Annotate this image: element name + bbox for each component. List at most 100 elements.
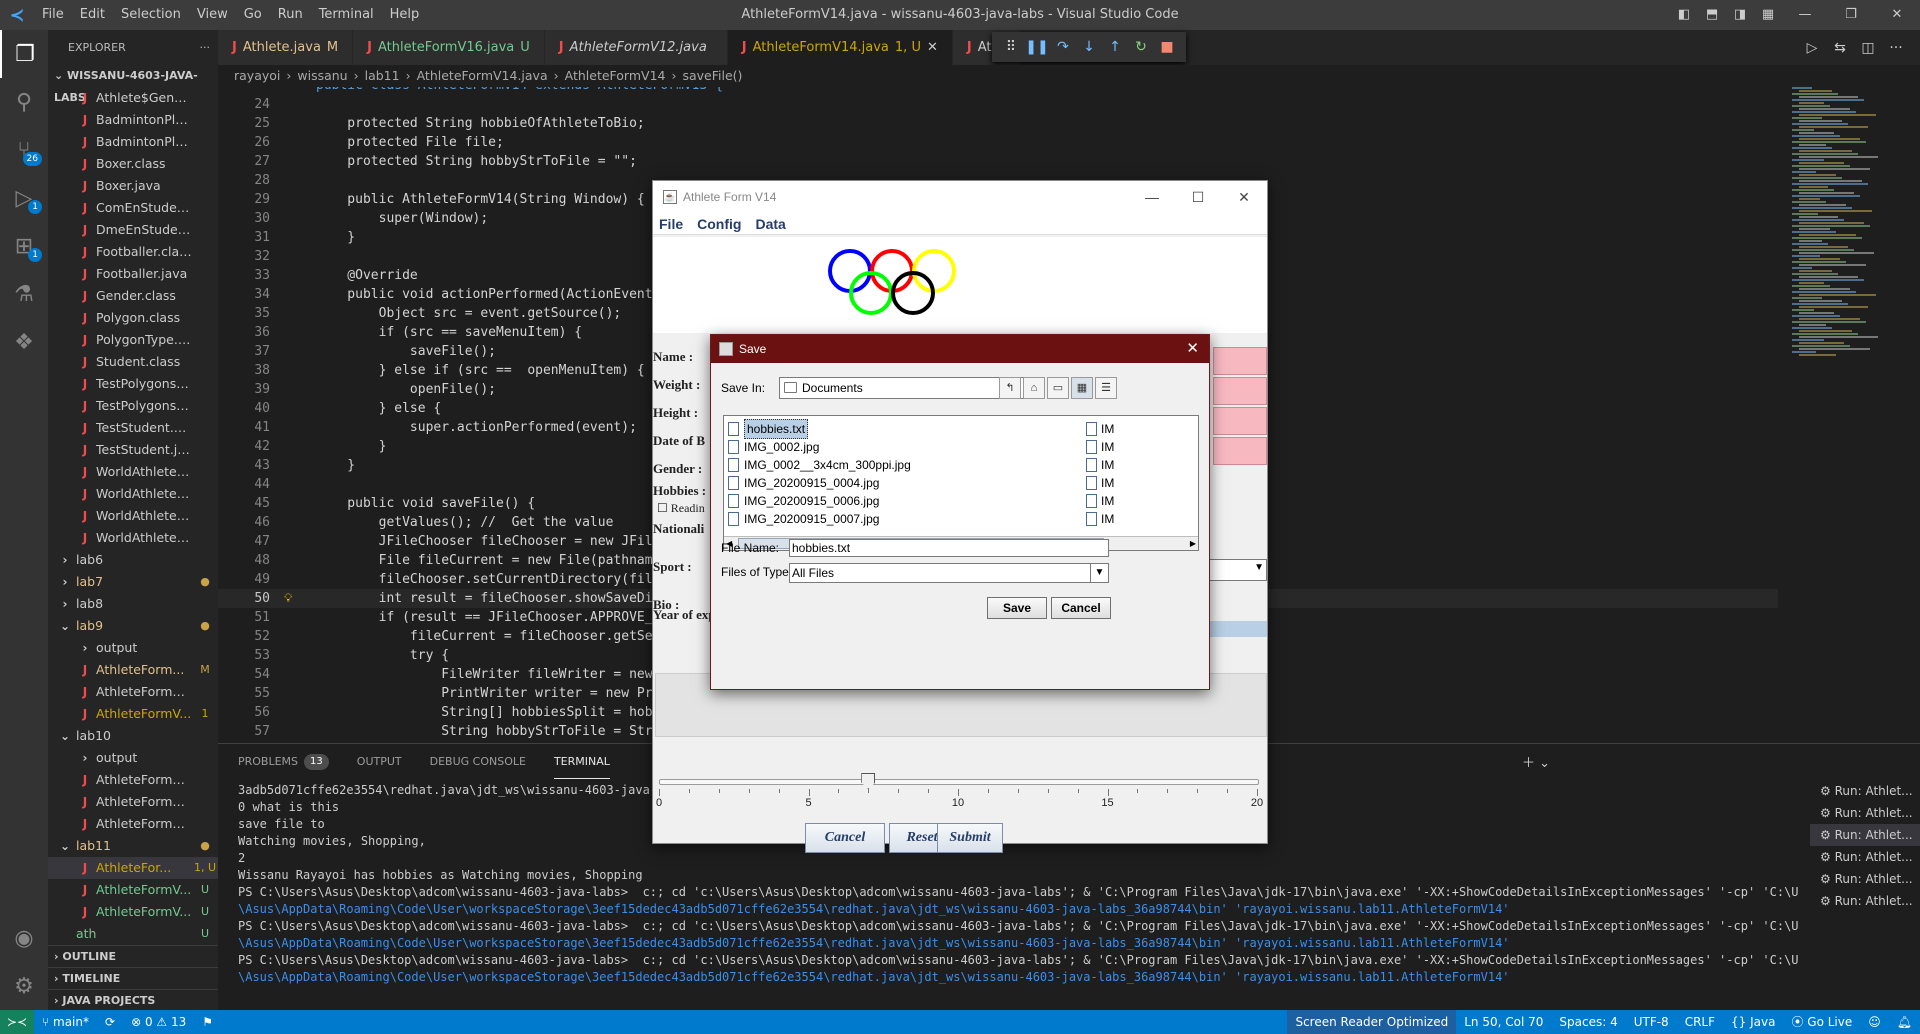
- panel-tab-terminal[interactable]: TERMINAL: [553, 744, 610, 779]
- file-item[interactable]: IM: [1086, 510, 1114, 528]
- menu-item-selection[interactable]: Selection: [113, 0, 189, 30]
- save-button[interactable]: Save: [987, 597, 1047, 619]
- notifications-icon[interactable]: 🔔︎: [1889, 1010, 1920, 1034]
- tree-item[interactable]: J WorldAthleteV2.cla...: [48, 505, 218, 527]
- lightbulb-icon[interactable]: 💡︎: [284, 589, 292, 608]
- restart-icon[interactable]: ↻: [1128, 39, 1154, 55]
- menu-item-edit[interactable]: Edit: [72, 0, 113, 30]
- file-item[interactable]: IMG_0002__3x4cm_300ppi.jpg: [728, 456, 911, 474]
- sport-selected-item[interactable]: [1209, 621, 1267, 637]
- tree-item[interactable]: J AthleteFormV12.java: [48, 791, 218, 813]
- split-editor-icon[interactable]: ◫: [1854, 40, 1882, 56]
- tree-item[interactable]: J Student.class: [48, 351, 218, 373]
- tree-item[interactable]: J AthleteForm... M: [48, 659, 218, 681]
- nationality-combo[interactable]: ▼: [1209, 559, 1267, 581]
- tree-item[interactable]: J ComEnStudent.class: [48, 197, 218, 219]
- settings-gear-icon[interactable]: ⚙: [0, 962, 48, 1010]
- up-one-level-icon[interactable]: ↰: [999, 377, 1021, 399]
- file-type-combo[interactable]: All Files ▼: [789, 563, 1109, 583]
- terminal-instance[interactable]: ⚙ Run: Athlet...: [1810, 802, 1920, 824]
- drag-handle-icon[interactable]: ⠿: [998, 39, 1024, 55]
- panel-tab-problems[interactable]: PROBLEMS 13: [238, 744, 329, 779]
- tree-item[interactable]: J AthleteFormV11.java: [48, 769, 218, 791]
- tree-item[interactable]: › lab6: [48, 549, 218, 571]
- editor-tab[interactable]: J AthleteFormV12.java: [544, 30, 728, 65]
- python-icon[interactable]: ❖: [0, 318, 48, 366]
- problems-indicator[interactable]: ⊗ 0 ⚠ 13: [123, 1010, 194, 1034]
- file-item[interactable]: IMG_20200915_0007.jpg: [728, 510, 879, 528]
- sync-icon[interactable]: ⟳: [97, 1010, 123, 1034]
- stop-icon[interactable]: ■: [1154, 39, 1180, 55]
- reading-checkbox[interactable]: ☐ Readin: [657, 501, 705, 516]
- years-slider-thumb[interactable]: [861, 773, 876, 789]
- editor-tab[interactable]: J AthleteFormV16.java U: [353, 30, 545, 65]
- terminal-instance[interactable]: ⚙ Run: Athlet...: [1810, 890, 1920, 912]
- breadcrumb-item[interactable]: saveFile(): [682, 68, 742, 83]
- tree-item[interactable]: J WorldAthleteV2.java: [48, 527, 218, 549]
- tree-item[interactable]: J BadmintonPlayer.ja...: [48, 131, 218, 153]
- branch-indicator[interactable]: ⑂ main*: [34, 1010, 97, 1034]
- height-field[interactable]: [1213, 407, 1267, 435]
- breadcrumb-item[interactable]: AthleteFormV14.java: [417, 68, 548, 83]
- more-actions-icon[interactable]: ···: [1882, 40, 1910, 56]
- restore-button[interactable]: ❐: [1828, 0, 1874, 30]
- form-maximize-button[interactable]: ☐: [1175, 181, 1221, 213]
- editor-tab[interactable]: J AthleteFormV14.java 1, U ✕: [727, 30, 953, 65]
- end-of-line[interactable]: CRLF: [1677, 1010, 1723, 1034]
- screen-reader-mode[interactable]: Screen Reader Optimized: [1287, 1010, 1457, 1034]
- accounts-icon[interactable]: ◉: [0, 914, 48, 962]
- file-item[interactable]: IM: [1086, 456, 1114, 474]
- menu-item-terminal[interactable]: Terminal: [311, 0, 382, 30]
- debug-launch-icon[interactable]: ⚑: [194, 1010, 221, 1034]
- more-actions-icon[interactable]: ···: [200, 30, 211, 65]
- file-item[interactable]: IM: [1086, 492, 1114, 510]
- go-live-button[interactable]: ⦿ Go Live: [1783, 1010, 1860, 1034]
- source-control-icon[interactable]: ⑂ 26: [0, 126, 48, 174]
- form-menu-file[interactable]: File: [659, 216, 683, 232]
- menu-item-go[interactable]: Go: [236, 0, 270, 30]
- new-terminal-icon[interactable]: ＋ ⌄: [1522, 752, 1550, 771]
- file-name-input[interactable]: hobbies.txt: [789, 539, 1109, 557]
- pause-icon[interactable]: ❚❚: [1024, 39, 1050, 55]
- tree-item[interactable]: J Athlete$Gender.class: [48, 87, 218, 109]
- tree-item[interactable]: J Boxer.java: [48, 175, 218, 197]
- years-slider[interactable]: [659, 779, 1259, 785]
- tree-item[interactable]: J AthleteFormV... 1: [48, 703, 218, 725]
- menu-item-view[interactable]: View: [189, 0, 236, 30]
- tree-item[interactable]: ⌄ lab9 ●: [48, 615, 218, 637]
- menu-item-file[interactable]: File: [34, 0, 72, 30]
- tree-item[interactable]: J Footballer.class: [48, 241, 218, 263]
- cursor-position[interactable]: Ln 50, Col 70: [1456, 1010, 1551, 1034]
- panel-tab-debug-console[interactable]: DEBUG CONSOLE: [430, 744, 526, 779]
- toggle-secondary-sidebar-icon[interactable]: ◨: [1726, 0, 1754, 30]
- testing-icon[interactable]: ⚗: [0, 270, 48, 318]
- tree-item[interactable]: J PolygonType.class: [48, 329, 218, 351]
- menu-item-help[interactable]: Help: [382, 0, 428, 30]
- close-button[interactable]: ✕: [1874, 0, 1920, 30]
- form-menu-config[interactable]: Config: [697, 216, 741, 232]
- terminal-instance[interactable]: ⚙ Run: Athlet...: [1810, 846, 1920, 868]
- run-debug-icon[interactable]: ▷ 1: [0, 174, 48, 222]
- file-item[interactable]: IMG_0002.jpg: [728, 438, 819, 456]
- terminal-instance[interactable]: ⚙ Run: Athlet...: [1810, 868, 1920, 890]
- run-java-icon[interactable]: ▷: [1798, 40, 1826, 56]
- tree-item[interactable]: J AthleteFormV... U: [48, 901, 218, 923]
- vscode-logo-icon[interactable]: ≺: [0, 0, 34, 30]
- tree-item[interactable]: J TestPolygons.java: [48, 395, 218, 417]
- tree-item[interactable]: J AthleteFormV13.java: [48, 813, 218, 835]
- close-icon[interactable]: ✕: [927, 30, 938, 65]
- panel-tab-output[interactable]: OUTPUT: [357, 744, 402, 779]
- tree-item[interactable]: J TestPolygons.class: [48, 373, 218, 395]
- customize-layout-icon[interactable]: ▦: [1754, 0, 1782, 30]
- tree-item[interactable]: J Gender.class: [48, 285, 218, 307]
- tree-item[interactable]: J AthleteFormV9.java: [48, 681, 218, 703]
- tree-item[interactable]: J AthleteFormV... U: [48, 879, 218, 901]
- explorer-icon[interactable]: ❐: [0, 30, 48, 78]
- form-minimize-button[interactable]: —: [1129, 181, 1175, 213]
- file-item[interactable]: hobbies.txt: [728, 419, 809, 439]
- form-close-button[interactable]: ✕: [1221, 181, 1267, 213]
- tree-item[interactable]: J AthleteFor... 1, U: [48, 857, 218, 879]
- tree-item[interactable]: › output: [48, 637, 218, 659]
- extensions-icon[interactable]: ⊞ 1: [0, 222, 48, 270]
- tree-item[interactable]: J Boxer.class: [48, 153, 218, 175]
